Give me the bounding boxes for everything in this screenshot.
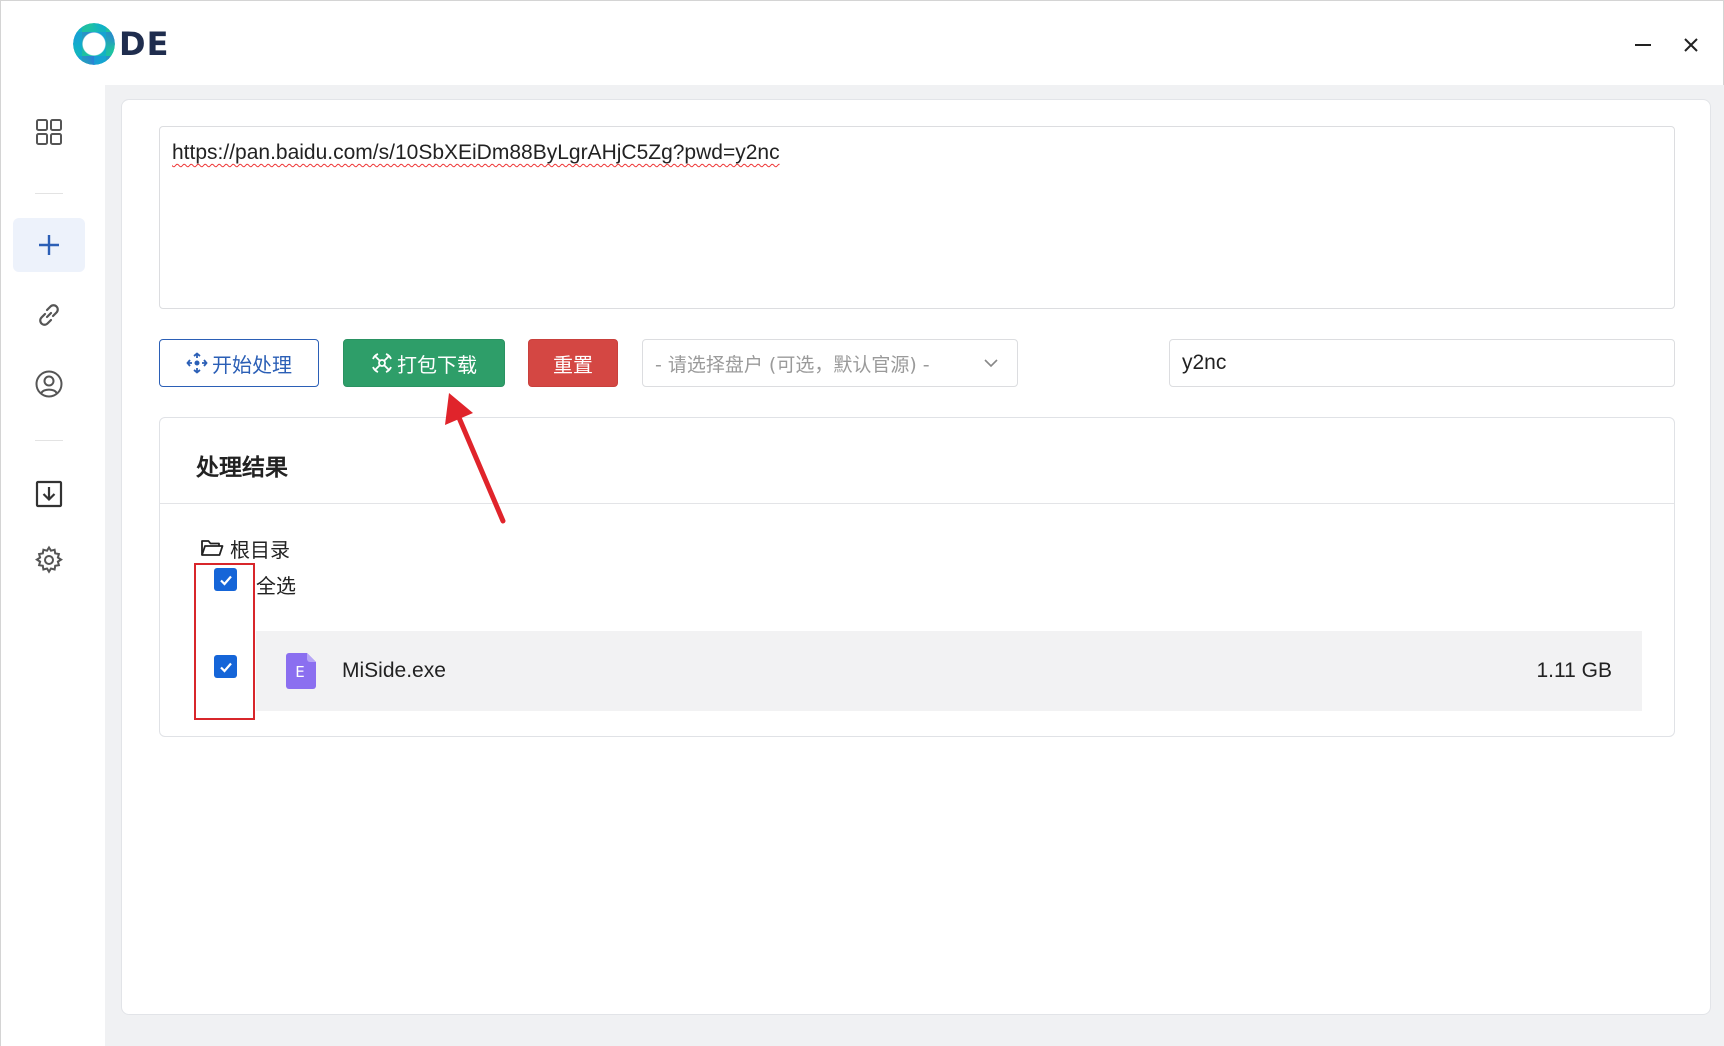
minimize-button[interactable] bbox=[1625, 27, 1661, 63]
app-logo: DE bbox=[73, 23, 169, 65]
file-icon-letter: E bbox=[295, 663, 304, 681]
title-bar: DE bbox=[1, 1, 1723, 85]
sidebar-divider bbox=[35, 440, 63, 441]
share-url-value: https://pan.baidu.com/s/10SbXEiDm88ByLgr… bbox=[172, 141, 780, 164]
file-size: 1.11 GB bbox=[1536, 659, 1613, 682]
file-name: MiSide.exe bbox=[342, 659, 446, 682]
sidebar-item-downloads[interactable] bbox=[13, 467, 85, 521]
app-window: DE https://pan.baidu.com/s/10SbXEiDm88By… bbox=[0, 0, 1724, 1046]
root-folder[interactable]: 根目录 bbox=[200, 533, 290, 563]
drive-account-select[interactable]: - 请选择盘户 (可选，默认官源) - bbox=[642, 339, 1018, 387]
sidebar-item-settings[interactable] bbox=[13, 533, 85, 587]
results-title: 处理结果 bbox=[196, 455, 288, 481]
password-input[interactable]: y2nc bbox=[1169, 339, 1675, 387]
minimize-icon bbox=[1635, 44, 1651, 46]
results-divider bbox=[160, 503, 1674, 504]
chevron-down-icon bbox=[984, 359, 998, 368]
process-icon bbox=[186, 352, 208, 374]
user-icon bbox=[35, 370, 63, 398]
sidebar-item-account[interactable] bbox=[13, 357, 85, 411]
password-value: y2nc bbox=[1182, 351, 1227, 374]
sidebar bbox=[1, 85, 105, 1046]
grid-icon bbox=[36, 119, 62, 145]
results-card: 处理结果 根目录 全选 E MiSide.exe 1.11 GB bbox=[159, 417, 1675, 737]
download-icon bbox=[35, 480, 63, 508]
plus-icon bbox=[39, 235, 59, 255]
select-all-label: 全选 bbox=[256, 574, 296, 598]
arrow-annotation-icon bbox=[445, 393, 506, 524]
root-folder-label: 根目录 bbox=[230, 537, 290, 562]
sidebar-divider bbox=[35, 193, 63, 194]
checkbox-highlight-annotation bbox=[194, 563, 255, 720]
sidebar-item-dashboard[interactable] bbox=[13, 105, 85, 159]
sidebar-item-new-task[interactable] bbox=[13, 218, 85, 272]
close-button[interactable] bbox=[1673, 27, 1709, 63]
folder-open-icon bbox=[201, 540, 224, 556]
logo-text: DE bbox=[119, 25, 170, 63]
share-url-textarea[interactable]: https://pan.baidu.com/s/10SbXEiDm88ByLgr… bbox=[159, 126, 1675, 309]
link-icon bbox=[39, 304, 59, 326]
drive-account-placeholder: - 请选择盘户 (可选，默认官源) - bbox=[655, 353, 930, 376]
pack-download-label: 打包下载 bbox=[397, 352, 477, 377]
reset-button[interactable]: 重置 bbox=[528, 339, 618, 387]
close-icon bbox=[1684, 38, 1698, 52]
package-icon bbox=[372, 353, 392, 373]
logo-ring-icon bbox=[73, 23, 115, 65]
file-row[interactable] bbox=[256, 631, 1642, 711]
pack-download-button[interactable]: 打包下载 bbox=[343, 339, 505, 387]
reset-label: 重置 bbox=[553, 352, 593, 377]
start-process-label: 开始处理 bbox=[212, 352, 292, 377]
gear-icon bbox=[35, 545, 63, 574]
start-process-button[interactable]: 开始处理 bbox=[159, 339, 319, 387]
exe-file-icon: E bbox=[286, 653, 316, 689]
sidebar-item-links[interactable] bbox=[13, 288, 85, 342]
